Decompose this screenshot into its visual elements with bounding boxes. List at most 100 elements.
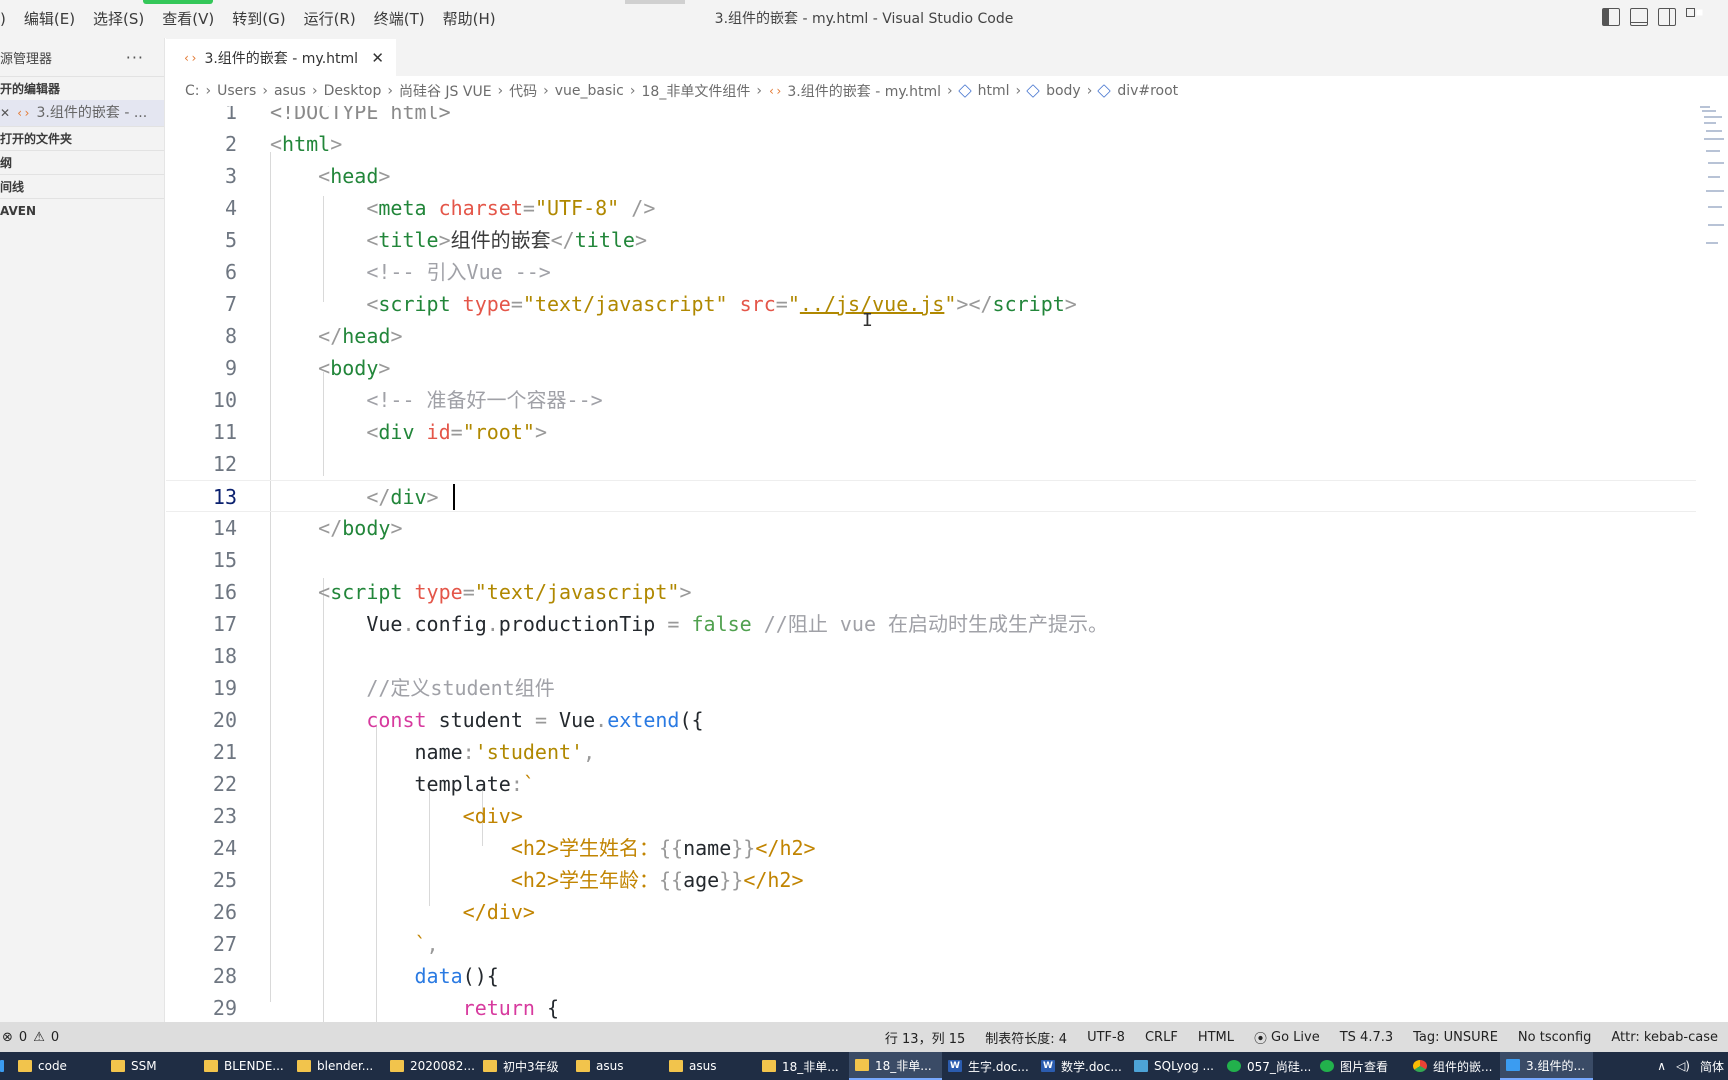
folder-icon [204,1060,218,1072]
tab-my-html[interactable]: ‹› 3.组件的嵌套 - my.html ✕ [166,38,396,76]
volume-icon[interactable]: ◁) [1676,1059,1690,1073]
section-open-editors[interactable]: 开的编辑器 [0,76,164,100]
chrome-icon [1413,1060,1427,1072]
code-line: 10 <!-- 准备好一个容器--> [212,388,603,412]
crumb-html[interactable]: html [957,83,1009,99]
wechat-icon [1320,1060,1334,1072]
section-outline[interactable]: 纲 [0,150,164,174]
menu-item-help[interactable]: 帮助(H) [434,0,505,38]
code-line: 20 const student = Vue.extend({ [212,708,704,732]
crumb-desktop[interactable]: Desktop [324,83,382,99]
menu-item-terminal[interactable]: 终端(T) [365,0,434,38]
crumb-drive[interactable]: C: [185,83,200,99]
section-timeline[interactable]: 间线 [0,174,164,198]
status-problems[interactable]: ⊗ 0 ⚠ 0 [0,1030,59,1045]
broadcast-icon: ⦿ [1254,1031,1268,1047]
crumb-course[interactable]: 尚硅谷 JS VUE [399,81,492,101]
taskbar-item[interactable]: 057_尚硅... [1221,1052,1314,1080]
tab-close-icon[interactable]: ✕ [371,49,384,67]
folder-icon [669,1060,683,1072]
code-line: 24 <h2>学生姓名：{{name}}</h2> [212,836,816,860]
code-line: 26 </div> [212,900,535,924]
tab-label: 3.组件的嵌套 - my.html [204,50,359,67]
taskbar-item-active[interactable]: 3.组件的... [1500,1052,1593,1080]
code-line: 1 <!DOCTYPE html> [224,106,451,124]
title-bar: ) 编辑(E) 选择(S) 查看(V) 转到(G) 运行(R) 终端(T) 帮助… [0,0,1728,38]
menu-item-partial[interactable]: ) [0,0,15,38]
end-of-line[interactable]: CRLF [1135,1030,1188,1045]
language-mode[interactable]: HTML [1188,1030,1244,1045]
taskbar-item-active[interactable]: 18_非单... [849,1052,942,1080]
menu-item-edit[interactable]: 编辑(E) [15,0,84,38]
code-line: 16 <script type="text/javascript"> [212,580,692,604]
code-line: 17 Vue.config.productionTip = false //阻止… [212,612,1109,636]
toggle-secondary-sidebar-icon[interactable] [1658,8,1676,26]
taskbar-item[interactable]: code [12,1052,105,1080]
menu-item-selection[interactable]: 选择(S) [84,0,153,38]
crumb-div-root[interactable]: div#root [1097,83,1178,99]
crumb-asus[interactable]: asus [274,83,306,99]
html-file-icon: ‹› [183,50,198,65]
taskbar-item[interactable]: blender... [291,1052,384,1080]
crumb-code[interactable]: 代码 [509,81,537,101]
customize-layout-icon[interactable] [1686,8,1704,26]
taskbar-item[interactable]: 图片查看 [1314,1052,1407,1080]
explorer-sidebar: 源管理器 ··· 开的编辑器 ✕ ‹› 3.组件的嵌套 - ... 打开的文件夹… [0,38,165,1022]
taskbar-item[interactable]: BLENDE... [198,1052,291,1080]
more-actions-icon[interactable]: ··· [126,48,144,67]
go-live-button[interactable]: ⦿ Go Live [1244,1028,1330,1047]
encoding[interactable]: UTF-8 [1077,1030,1135,1045]
chevron-up-icon[interactable]: ∧ [1657,1059,1666,1073]
code-line: 21 name:'student', [212,740,596,764]
code-editor[interactable]: 1 <!DOCTYPE html> 2 <html> 3 <head> 4 <met… [166,106,1696,1022]
code-line: 22 template:` [212,772,535,796]
folder-icon [483,1060,497,1072]
taskbar-item[interactable]: W 数学.doc... [1035,1052,1128,1080]
crumb-folder[interactable]: 18_非单文件组件 [642,81,751,101]
code-line: 19 //定义student组件 [212,676,555,700]
open-editor-label: 3.组件的嵌套 - ... [36,105,148,121]
minimap[interactable]: 五笔 [1694,106,1728,1080]
html-file-icon: ‹› [16,106,31,120]
code-line: 25 <h2>学生年龄：{{age}}</h2> [212,868,804,892]
taskbar-item[interactable]: SQLyog ... [1128,1052,1221,1080]
symbol-element-icon [1097,84,1112,98]
toggle-panel-icon[interactable] [1630,8,1648,26]
toggle-primary-sidebar-icon[interactable] [1602,8,1620,26]
cursor-position[interactable]: 行 13，列 15 [875,1028,975,1047]
taskbar-item[interactable]: 18_非单... [756,1052,849,1080]
word-icon: W [1041,1060,1055,1072]
start-icon [0,1060,4,1072]
ts-version[interactable]: TS 4.7.3 [1330,1030,1403,1045]
code-line: 12 [212,452,237,476]
menu-item-go[interactable]: 转到(G) [223,0,294,38]
tsconfig-status[interactable]: No tsconfig [1508,1030,1601,1045]
taskbar-item[interactable]: 2020082... [384,1052,477,1080]
tag-case[interactable]: Tag: UNSURE [1403,1030,1508,1045]
taskbar-item[interactable]: 组件的嵌... [1407,1052,1500,1080]
taskbar-start-partial[interactable] [0,1052,12,1080]
section-no-folder[interactable]: 打开的文件夹 [0,126,164,150]
crumb-vue-basic[interactable]: vue_basic [555,83,624,99]
crumb-users[interactable]: Users [217,83,256,99]
crumb-body[interactable]: body [1026,83,1081,99]
taskbar-item[interactable]: SSM [105,1052,198,1080]
section-maven[interactable]: AVEN [0,198,164,222]
explorer-title: 源管理器 [0,51,53,67]
code-line: 29 return { [212,996,559,1020]
menu-item-run[interactable]: 运行(R) [295,0,365,38]
folder-icon [18,1060,32,1072]
ime-language[interactable]: 简体 [1700,1058,1724,1075]
taskbar-item[interactable]: asus [570,1052,663,1080]
close-icon[interactable]: ✕ [0,100,10,126]
attr-case[interactable]: Attr: kebab-case [1601,1030,1728,1045]
tab-size[interactable]: 制表符长度: 4 [975,1028,1077,1047]
open-editor-item[interactable]: ✕ ‹› 3.组件的嵌套 - ... [0,100,164,126]
code-line: 27 `, [212,932,439,956]
taskbar-item[interactable]: W 生字.doc... [942,1052,1035,1080]
menu-item-view[interactable]: 查看(V) [153,0,223,38]
taskbar-item[interactable]: asus [663,1052,756,1080]
window-accent-strip [143,0,213,4]
crumb-file[interactable]: ‹› 3.组件的嵌套 - my.html [768,81,941,101]
taskbar-item[interactable]: 初中3年级 [477,1052,570,1080]
